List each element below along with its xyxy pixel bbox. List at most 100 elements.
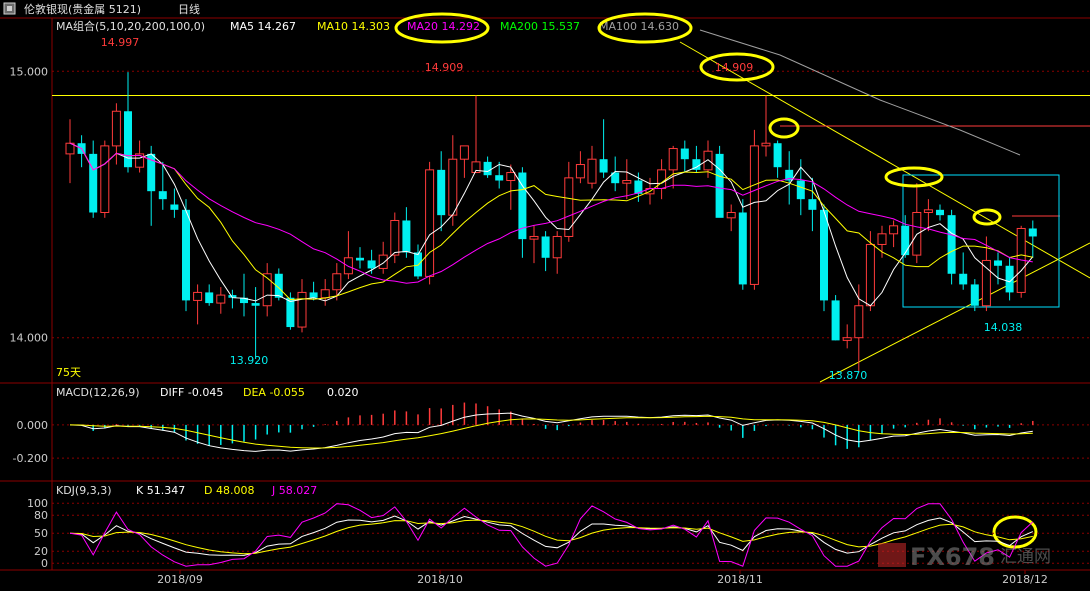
- candle-body-down: [680, 148, 689, 160]
- j-legend: J 58.027: [271, 484, 317, 497]
- candle-body-down: [286, 297, 295, 328]
- watermark-text-cn: 汇通网: [1000, 547, 1051, 567]
- candle-body-up: [923, 209, 933, 213]
- kdj-tick-label: 0: [41, 557, 48, 570]
- candle-body-up: [668, 148, 678, 171]
- candle-body-up: [111, 110, 121, 147]
- candle-body-up: [448, 158, 458, 216]
- price-annotation: 13.870: [829, 369, 868, 382]
- window-menu-icon-inner: [7, 6, 12, 11]
- candle-body-up: [749, 145, 759, 285]
- candle-body-down: [738, 212, 747, 285]
- x-tick-label: 2018/10: [417, 573, 463, 586]
- candle-body-up: [865, 243, 875, 307]
- candle-body-up: [726, 211, 736, 219]
- candle-body-down: [437, 169, 446, 216]
- candle-body-down: [715, 153, 724, 218]
- candle-body-down: [309, 292, 318, 298]
- watermark-text: FX678: [910, 543, 995, 571]
- candle-body-down: [495, 175, 504, 181]
- candle-body-up: [854, 305, 864, 339]
- price-annotation: 14.909: [425, 61, 464, 74]
- candle-body-up: [761, 142, 771, 147]
- candle-body-up: [587, 158, 597, 184]
- candle-body-up: [564, 177, 574, 237]
- ma20-legend: MA20 14.292: [407, 20, 480, 33]
- chart-canvas: 伦敦银现(贵金属 5121) 日线 15.000 14.000 2018/09 201…: [0, 0, 1090, 591]
- candle-body-down: [367, 260, 376, 269]
- period-label[interactable]: 日线: [178, 2, 200, 16]
- candle-body-up: [425, 169, 435, 277]
- x-tick-label: 2018/09: [157, 573, 203, 586]
- candle-body-up: [877, 233, 887, 245]
- candle-body-down: [1028, 228, 1037, 237]
- ma-group-label[interactable]: MA组合(5,10,20,200,100,0): [56, 19, 205, 33]
- candle-body-down: [356, 257, 364, 261]
- candle-body-up: [100, 145, 110, 213]
- watermark-logo-icon: [878, 543, 906, 567]
- candle-body-down: [959, 273, 968, 285]
- candle-body-down: [182, 209, 190, 301]
- ma100-legend: MA100 14.630: [599, 20, 679, 33]
- ma200-legend: MA200 15.537: [500, 20, 580, 33]
- candle-body-down: [901, 225, 910, 256]
- price-annotation: 14.038: [984, 321, 1023, 334]
- candle-body-up: [390, 219, 400, 256]
- candle-body-down: [808, 199, 817, 210]
- ma5-legend: MA5 14.267: [230, 20, 296, 33]
- candle-body-down: [796, 180, 805, 200]
- price-tick-label: 14.000: [10, 332, 49, 345]
- macd-value-legend: 0.020: [327, 386, 359, 399]
- candle-body-up: [193, 291, 203, 301]
- candle-body-down: [599, 159, 608, 173]
- diff-legend: DIFF -0.045: [160, 386, 223, 399]
- x-tick-label: 2018/12: [1002, 573, 1048, 586]
- macd-label[interactable]: MACD(12,26,9): [56, 386, 140, 399]
- candle-body-down: [831, 300, 840, 341]
- price-annotation: 14.997: [101, 36, 140, 49]
- candle-body-up: [889, 225, 899, 235]
- ma10-legend: MA10 14.303: [317, 20, 390, 33]
- candle-body-up: [506, 172, 516, 182]
- x-tick-label: 2018/11: [717, 573, 763, 586]
- kdj-label[interactable]: KDJ(9,3,3): [56, 484, 112, 497]
- candle-body-down: [541, 236, 550, 258]
- days-label: 75天: [56, 366, 81, 379]
- candle-body-up: [378, 254, 388, 269]
- d-legend: D 48.008: [204, 484, 254, 497]
- watermark: FX678 汇通网: [878, 543, 1051, 571]
- candle-body-up: [552, 235, 562, 259]
- candle-body-down: [251, 303, 260, 306]
- candle-body-down: [994, 260, 1002, 266]
- kdj-tick-label: 80: [34, 509, 48, 522]
- k-legend: K 51.347: [136, 484, 185, 497]
- candle-body-up: [297, 291, 307, 328]
- macd-tick-label: -0.200: [13, 452, 48, 465]
- candle-body-up: [622, 180, 632, 184]
- candle-body-down: [170, 204, 179, 210]
- candle-body-down: [158, 191, 167, 200]
- candle-body-up: [657, 169, 667, 190]
- price-annotation: 13.920: [230, 354, 269, 367]
- candle-body-down: [205, 292, 214, 304]
- candle-body-up: [575, 164, 585, 179]
- candle-body-up: [320, 289, 330, 299]
- instrument-title: 伦敦银现(贵金属 5121): [24, 2, 141, 16]
- chart-background: [0, 0, 1090, 591]
- candle-body-up: [343, 257, 353, 275]
- candle-body-up: [842, 337, 852, 341]
- candle-body-up: [703, 150, 713, 171]
- candle-body-down: [414, 252, 422, 277]
- candle-body-up: [332, 273, 342, 291]
- price-annotation: 14.909: [715, 61, 754, 74]
- candle-body-down: [483, 161, 492, 176]
- candle-body-down: [936, 209, 944, 216]
- candle-body-up: [459, 145, 469, 160]
- price-tick-label: 15.000: [10, 65, 49, 78]
- candle-body-down: [124, 111, 132, 168]
- kdj-tick-label: 50: [34, 527, 48, 540]
- candle-body-up: [529, 235, 539, 240]
- candle-body-down: [402, 220, 411, 253]
- candle-body-down: [947, 215, 956, 274]
- candle-body-up: [216, 294, 226, 304]
